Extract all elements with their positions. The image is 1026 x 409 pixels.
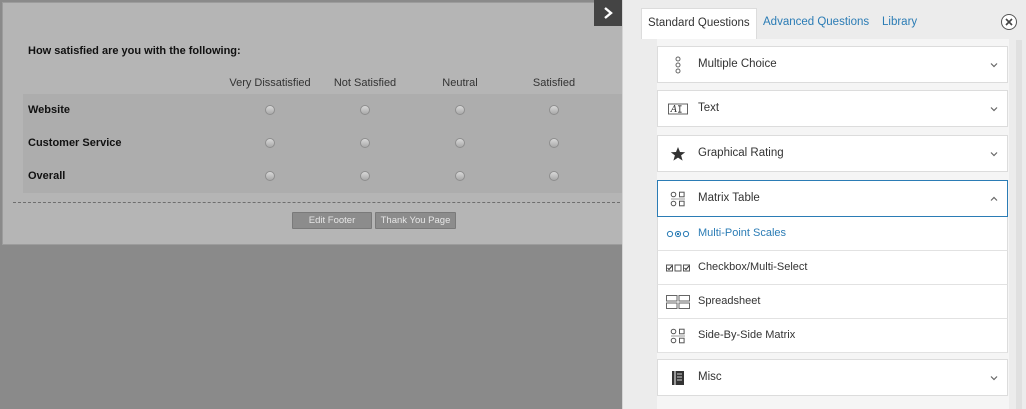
matrix-type-spreadsheet[interactable]: Spreadsheet: [657, 285, 1008, 319]
row-label: Website: [28, 104, 70, 116]
row-label: Overall: [28, 170, 66, 182]
matrix-type-multi-point-scales[interactable]: Multi-Point Scales: [657, 217, 1008, 251]
svg-text:A: A: [670, 105, 678, 115]
panel-scrollbar[interactable]: [1016, 40, 1022, 409]
question-type-text[interactable]: A Text: [657, 90, 1008, 127]
question-type-matrix-table[interactable]: Matrix Table: [657, 180, 1008, 217]
matrix-type-label: Multi-Point Scales: [698, 227, 787, 239]
book-icon: [668, 368, 688, 388]
multiple-choice-icon: [668, 55, 688, 75]
close-icon: [1005, 18, 1013, 26]
question-type-graphical-rating[interactable]: Graphical Rating: [657, 135, 1008, 172]
chevron-down-icon: [990, 376, 998, 381]
radio-button[interactable]: [360, 138, 370, 148]
matrix-type-side-by-side[interactable]: Side-By-Side Matrix: [657, 319, 1008, 353]
collapse-panel-button[interactable]: [594, 0, 622, 26]
chevron-right-icon: [604, 7, 613, 19]
radio-button[interactable]: [455, 138, 465, 148]
chevron-down-icon: [990, 152, 998, 157]
questions-panel: Standard Questions Advanced Questions Li…: [622, 0, 1026, 409]
matrix-type-label: Checkbox/Multi-Select: [698, 261, 808, 273]
radio-button[interactable]: [265, 105, 275, 115]
tab-library[interactable]: Library: [882, 8, 917, 39]
chevron-down-icon: [990, 63, 998, 68]
survey-editor: How satisfied are you with the following…: [0, 0, 622, 409]
matrix-row: Customer Service: [23, 127, 622, 160]
checkbox-multi-icon: [666, 259, 690, 277]
question-type-label: Text: [698, 102, 720, 114]
radio-button[interactable]: [265, 138, 275, 148]
text-field-icon: A: [668, 99, 688, 119]
tab-standard-questions[interactable]: Standard Questions: [641, 8, 757, 39]
question-type-label: Matrix Table: [698, 192, 760, 204]
column-header: Very Dissatisfied: [229, 77, 311, 89]
close-panel-button[interactable]: [1001, 14, 1017, 30]
radio-button[interactable]: [549, 171, 559, 181]
question-type-label: Multiple Choice: [698, 58, 777, 70]
radio-button[interactable]: [455, 171, 465, 181]
question-type-label: Graphical Rating: [698, 147, 784, 159]
side-by-side-icon: [666, 327, 690, 345]
radio-button[interactable]: [455, 105, 465, 115]
question-type-label: Misc: [698, 371, 722, 383]
column-header: Not Satisfied: [333, 77, 397, 89]
edit-footer-button[interactable]: Edit Footer: [292, 212, 372, 229]
page-break-divider: [13, 202, 622, 203]
tab-advanced-questions[interactable]: Advanced Questions: [763, 8, 869, 39]
thank-you-page-button[interactable]: Thank You Page: [375, 212, 456, 229]
column-header: Satisfied: [532, 77, 576, 89]
spreadsheet-icon: [666, 293, 690, 311]
star-icon: [668, 144, 688, 164]
matrix-type-checkbox-multi-select[interactable]: Checkbox/Multi-Select: [657, 251, 1008, 285]
column-header: Neutral: [442, 77, 478, 89]
matrix-row: Website: [23, 94, 622, 127]
row-label: Customer Service: [28, 137, 122, 149]
matrix-type-label: Side-By-Side Matrix: [698, 329, 796, 341]
radio-button[interactable]: [360, 171, 370, 181]
radio-button[interactable]: [360, 105, 370, 115]
chevron-up-icon: [990, 196, 998, 201]
multi-point-icon: [666, 225, 690, 243]
question-type-multiple-choice[interactable]: Multiple Choice: [657, 46, 1008, 83]
question-title: How satisfied are you with the following…: [28, 45, 241, 57]
matrix-row: Overall: [23, 160, 622, 193]
radio-button[interactable]: [549, 105, 559, 115]
matrix-question-card[interactable]: How satisfied are you with the following…: [2, 2, 622, 245]
matrix-type-label: Spreadsheet: [698, 295, 761, 307]
question-type-list: Multiple Choice A Text Graphical Rating …: [657, 39, 1009, 409]
question-type-misc[interactable]: Misc: [657, 359, 1008, 396]
chevron-down-icon: [990, 107, 998, 112]
radio-button[interactable]: [549, 138, 559, 148]
matrix-table-icon: [668, 189, 688, 209]
radio-button[interactable]: [265, 171, 275, 181]
